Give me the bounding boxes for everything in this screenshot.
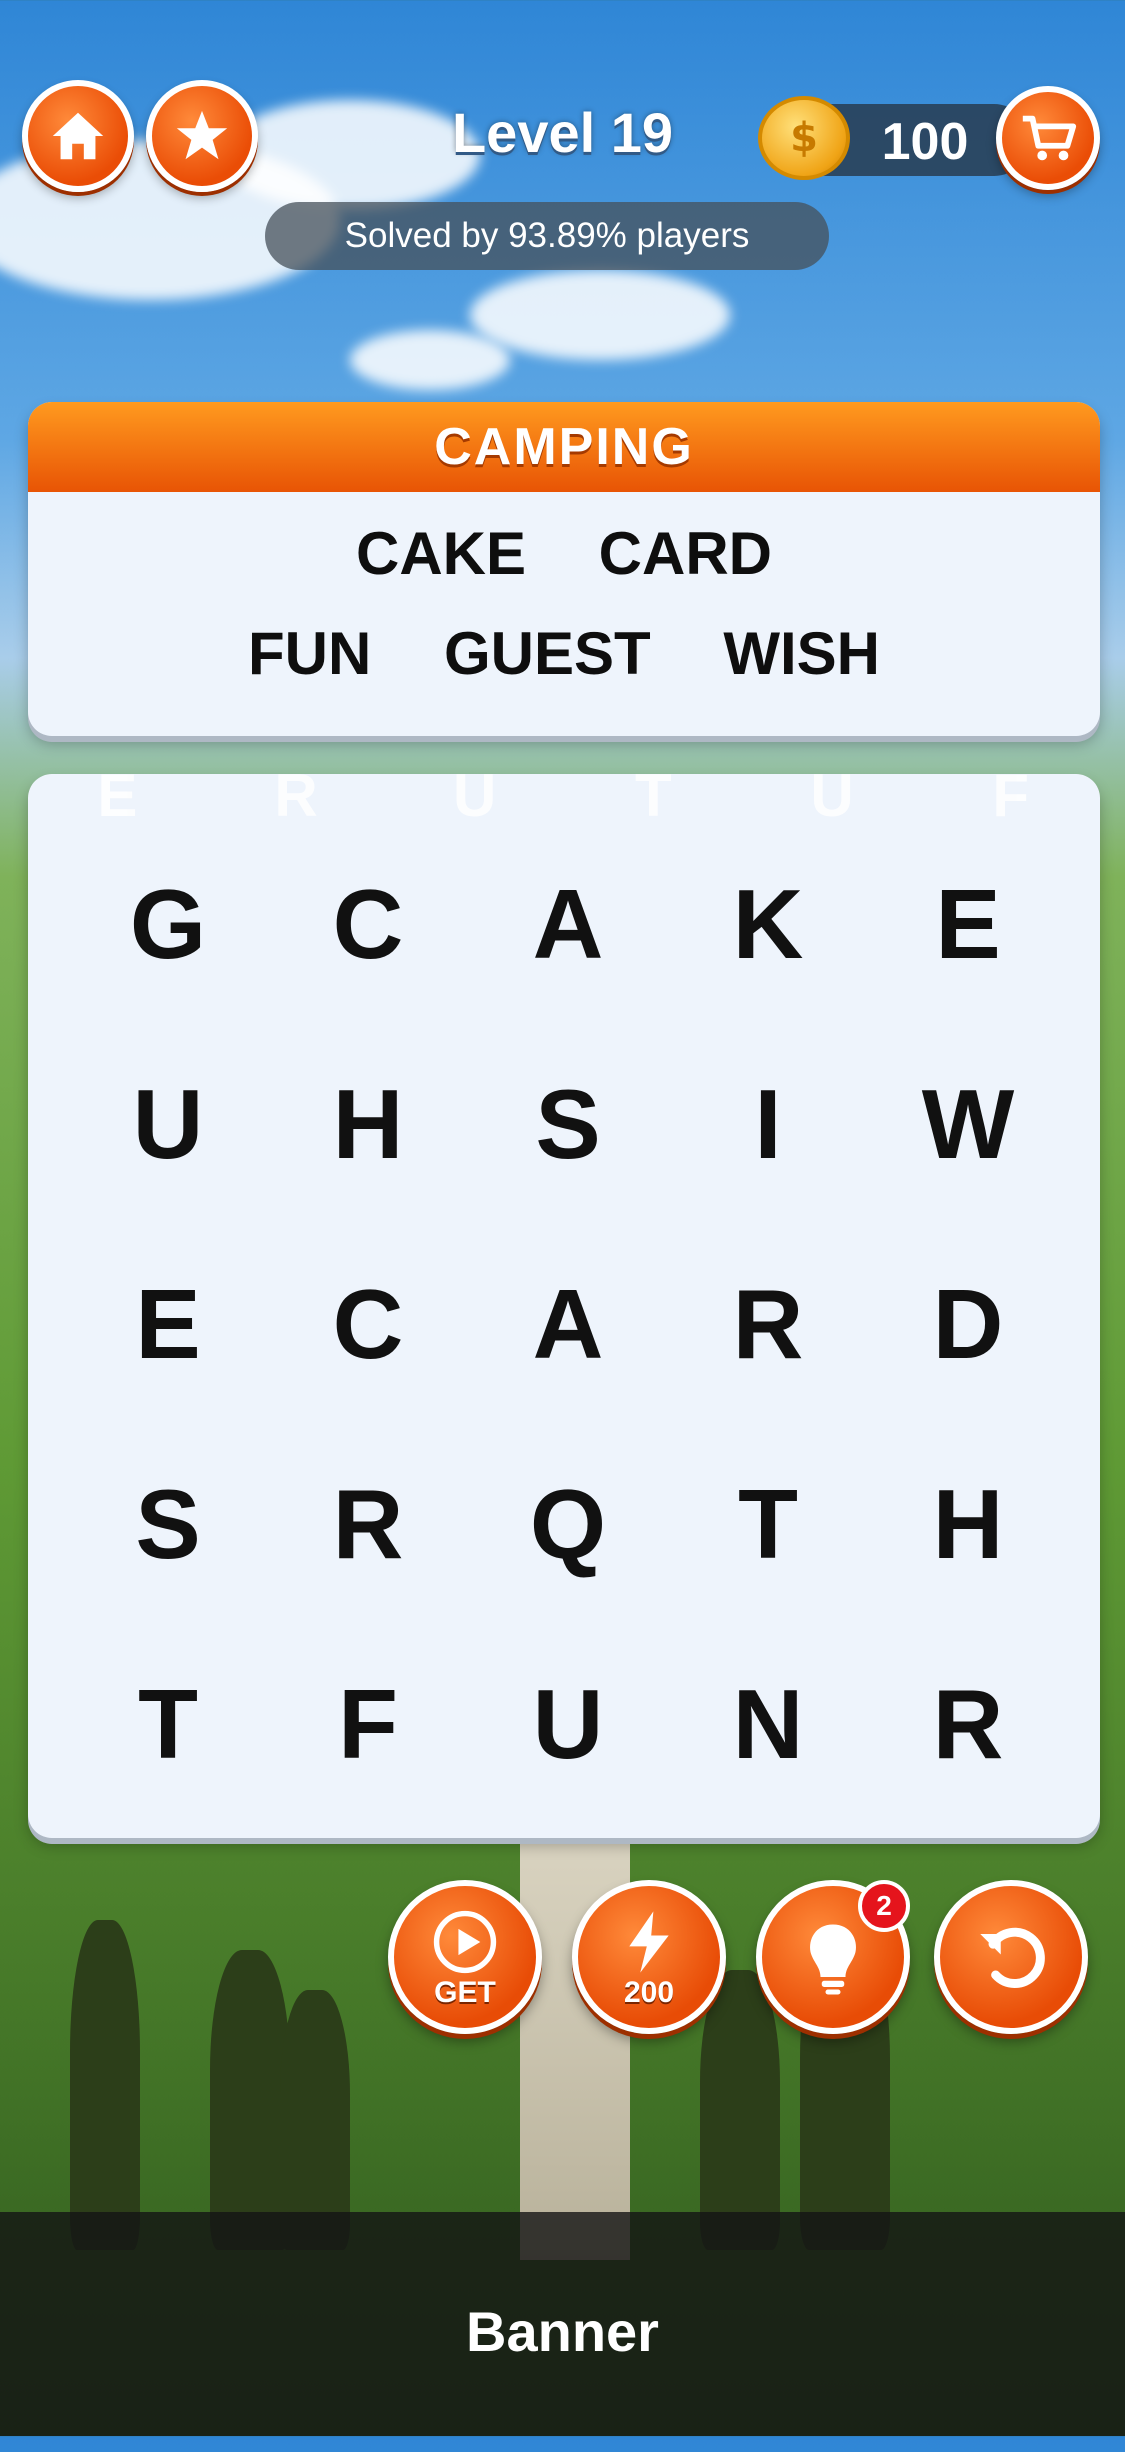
letter-tile[interactable]: A — [468, 1224, 668, 1424]
play-icon — [433, 1910, 497, 1974]
word-item: CARD — [598, 520, 772, 587]
letter-tile[interactable]: R — [268, 1424, 468, 1624]
word-list: CAKE CARD FUN GUEST WISH — [28, 504, 1100, 704]
letter-tile[interactable]: H — [268, 1024, 468, 1224]
letter-tile[interactable]: U — [68, 1024, 268, 1224]
letter-grid-panel: E R U T U F G C A K E U H S I W E C A R … — [28, 774, 1100, 1838]
letter-tile[interactable]: T — [668, 1424, 868, 1624]
undo-icon — [980, 1927, 1045, 1988]
coin-icon: $ — [758, 96, 850, 180]
letter-tile[interactable]: T — [68, 1624, 268, 1824]
letter-tile[interactable]: D — [868, 1224, 1068, 1424]
letter-tile[interactable]: H — [868, 1424, 1068, 1624]
letter-tile[interactable]: R — [668, 1224, 868, 1424]
letter-tile[interactable]: I — [668, 1024, 868, 1224]
letter-tile[interactable]: W — [868, 1024, 1068, 1224]
coin-count: 100 — [881, 113, 969, 171]
word-item: FUN — [247, 620, 372, 687]
background-trees — [0, 1830, 1125, 2250]
letter-tile[interactable]: C — [268, 824, 468, 1024]
letter-tile[interactable]: C — [268, 1224, 468, 1424]
hint-button[interactable]: 2 — [756, 1880, 910, 2034]
category-title: CAMPING — [28, 402, 1100, 492]
cart-icon — [1022, 115, 1077, 161]
letter-tile[interactable]: S — [68, 1424, 268, 1624]
letter-tile[interactable]: Q — [468, 1424, 668, 1624]
word-item: GUEST — [443, 620, 651, 687]
letter-tile[interactable]: F — [268, 1624, 468, 1824]
bolt-cost-label: 200 — [623, 1976, 675, 2009]
word-item: CAKE — [355, 520, 526, 587]
letter-tile[interactable]: G — [68, 824, 268, 1024]
lightning-icon — [629, 1911, 669, 1973]
solved-percentage-label: Solved by 93.89% players — [265, 202, 829, 270]
ad-banner[interactable]: Banner — [0, 2212, 1125, 2436]
letter-tile[interactable]: K — [668, 824, 868, 1024]
lightbulb-icon — [810, 1924, 856, 1995]
video-reward-label: GET — [434, 1976, 496, 2009]
letter-tile[interactable]: N — [668, 1624, 868, 1824]
letter-tile[interactable]: U — [468, 1624, 668, 1824]
letter-tile[interactable]: E — [68, 1224, 268, 1424]
letter-tile[interactable]: S — [468, 1024, 668, 1224]
letter-tile[interactable]: A — [468, 824, 668, 1024]
hint-count-badge: 2 — [858, 1880, 910, 1932]
letter-grid[interactable]: G C A K E U H S I W E C A R D S R Q T H … — [68, 824, 1068, 1824]
undo-button[interactable] — [934, 1880, 1088, 2034]
bolt-powerup-button[interactable]: 200 — [572, 1880, 726, 2034]
watch-video-button[interactable]: GET — [388, 1880, 542, 2034]
word-list-card: CAMPING CAKE CARD FUN GUEST WISH — [28, 402, 1100, 736]
word-item: WISH — [723, 620, 880, 687]
letter-tile[interactable]: R — [868, 1624, 1068, 1824]
letter-tile[interactable]: E — [868, 824, 1068, 1024]
shop-button[interactable] — [996, 86, 1100, 190]
